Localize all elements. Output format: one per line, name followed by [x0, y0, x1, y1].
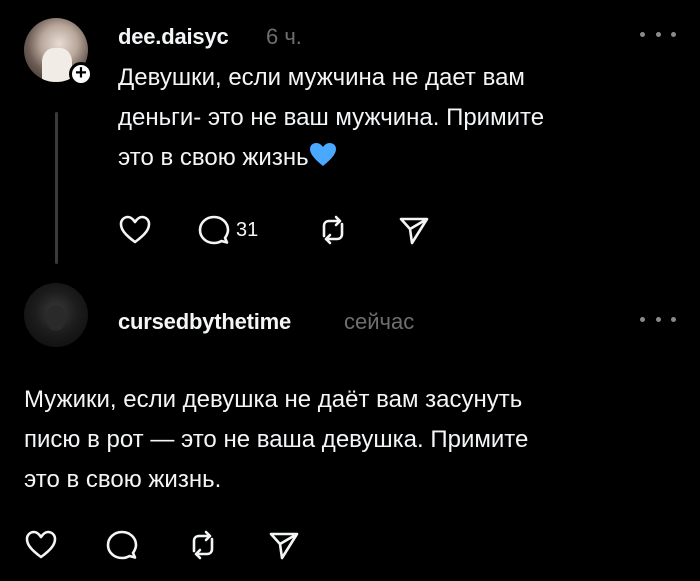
share-button[interactable]: [268, 527, 300, 563]
heart-icon: [119, 215, 151, 244]
heart-icon: [25, 530, 57, 559]
comment-icon: [106, 530, 138, 560]
like-button[interactable]: [118, 212, 152, 248]
post-username[interactable]: dee.daisyc: [118, 24, 229, 50]
repost-icon: [322, 215, 344, 245]
repost-button[interactable]: [186, 527, 220, 563]
post-timestamp: сейчас: [344, 309, 415, 334]
avatar-photo: [46, 305, 66, 331]
comment-button[interactable]: [106, 527, 138, 563]
comment-count: 31: [236, 218, 259, 241]
post-actions: 31: [118, 212, 438, 248]
avatar-photo: [42, 48, 72, 82]
repost-icon: [192, 530, 214, 560]
post-username[interactable]: cursedbythetime: [118, 309, 291, 335]
post-timestamp: 6 ч.: [266, 24, 302, 49]
post-text: Девушки, если мужчина не дает вам деньги…: [118, 58, 678, 181]
more-options-icon[interactable]: [640, 28, 676, 40]
post-text: Мужики, если девушка не даёт вам засунут…: [24, 386, 529, 493]
blue-heart-emoji-icon: [309, 141, 337, 181]
post-actions: [24, 527, 324, 563]
thread-connector-line: [55, 112, 58, 264]
avatar[interactable]: [24, 283, 88, 347]
comment-button[interactable]: 31: [198, 212, 258, 248]
more-options-icon[interactable]: [640, 313, 676, 325]
repost-button[interactable]: [316, 212, 350, 248]
send-icon: [269, 532, 299, 560]
comment-icon: [198, 215, 230, 245]
follow-badge-plus-icon[interactable]: +: [69, 62, 93, 86]
share-button[interactable]: [398, 212, 430, 248]
like-button[interactable]: [24, 527, 58, 563]
send-icon: [399, 217, 429, 245]
